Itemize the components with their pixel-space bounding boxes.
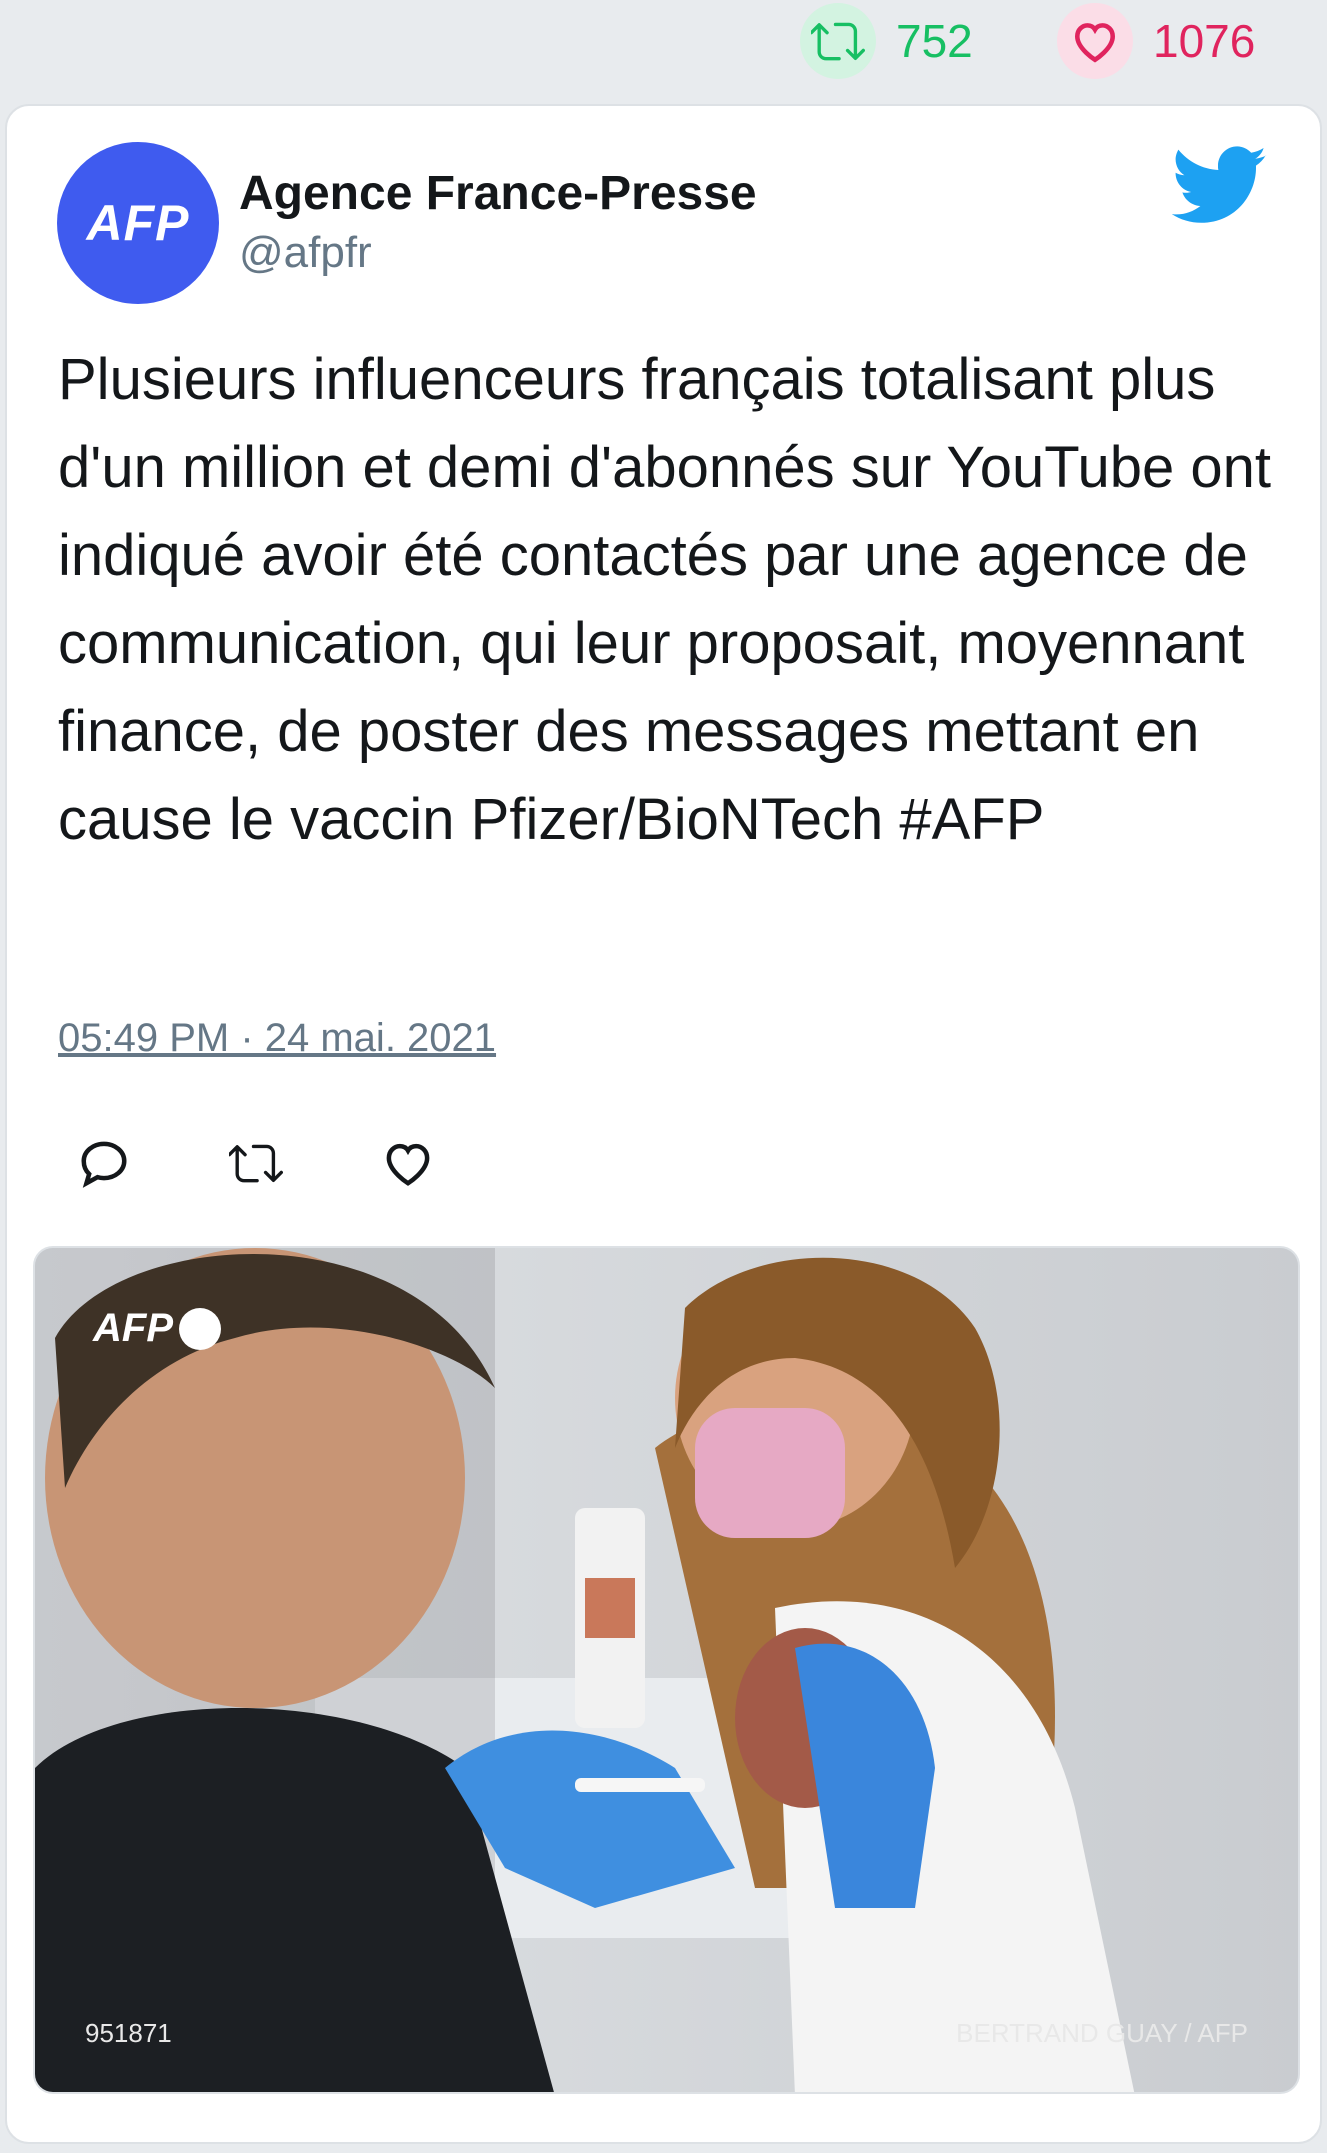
- avatar[interactable]: AFP: [57, 142, 219, 304]
- like-icon[interactable]: [381, 1136, 435, 1190]
- tweet-actions: [77, 1136, 533, 1190]
- like-count-stat[interactable]: 1076: [1057, 3, 1256, 79]
- afp-watermark-text: AFP: [93, 1306, 173, 1350]
- afp-watermark-dot: [179, 1307, 221, 1350]
- retweet-icon[interactable]: [229, 1136, 283, 1190]
- photo-credit: BERTRAND GUAY / AFP: [956, 2018, 1248, 2048]
- like-stat-icon: [1057, 3, 1133, 79]
- tweet-photo[interactable]: AFP 951871 BERTRAND GUAY / AFP: [33, 1246, 1300, 2094]
- engagement-bar: 752 1076: [0, 0, 1327, 90]
- author-name[interactable]: Agence France-Presse: [239, 166, 757, 221]
- retweet-count-stat[interactable]: 752: [800, 3, 973, 79]
- reply-icon[interactable]: [77, 1136, 131, 1190]
- afp-watermark-logo: AFP: [93, 1306, 221, 1351]
- like-count: 1076: [1153, 15, 1256, 67]
- twitter-bird-icon[interactable]: [1172, 146, 1268, 226]
- author-handle[interactable]: @afpfr: [239, 228, 372, 278]
- tweet-text: Plusieurs influenceurs français totalisa…: [58, 347, 1272, 852]
- tweet-card: AFP Agence France-Presse @afpfr Plusieur…: [5, 104, 1322, 2144]
- photo-id: 951871: [85, 2018, 172, 2048]
- vaccination-photo-illustration: [35, 1248, 1298, 2092]
- retweet-count: 752: [896, 15, 973, 67]
- avatar-logo-text: AFP: [86, 195, 190, 251]
- tweet-timestamp[interactable]: 05:49 PM · 24 mai. 2021: [58, 1016, 496, 1061]
- retweet-stat-icon: [800, 3, 876, 79]
